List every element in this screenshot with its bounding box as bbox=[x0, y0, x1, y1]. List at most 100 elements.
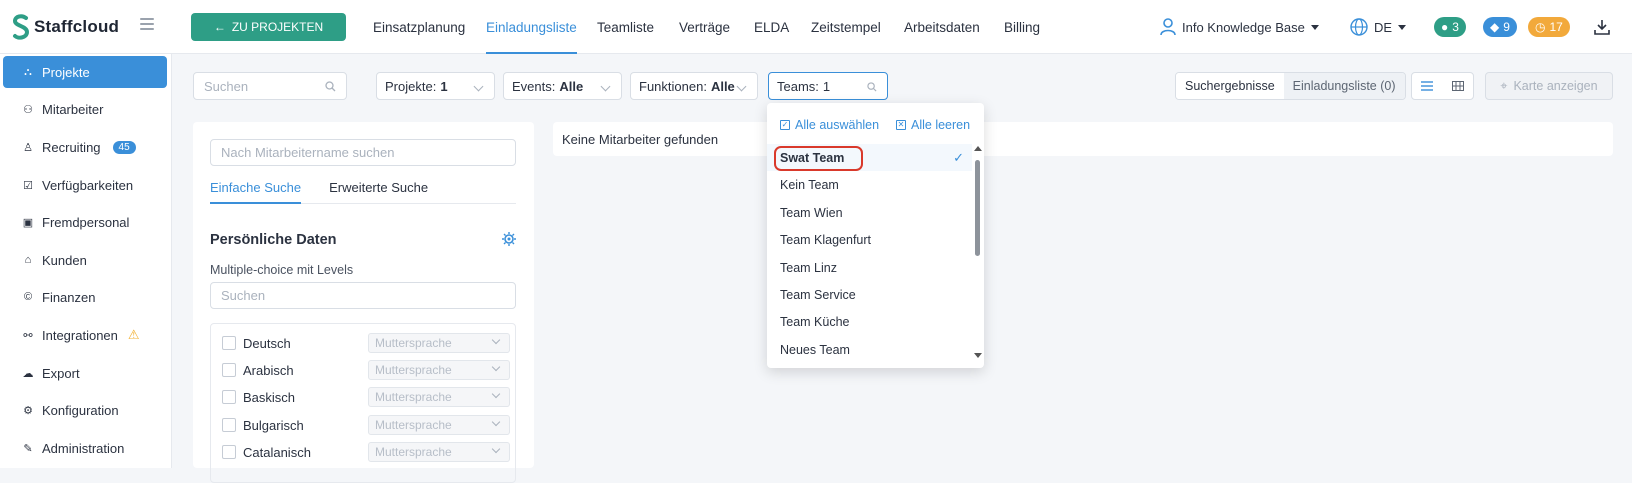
list-item: Baskisch Muttersprache bbox=[222, 387, 510, 407]
clear-all-button[interactable]: ✕ Alle leeren bbox=[896, 117, 970, 133]
gear-icon[interactable] bbox=[502, 232, 516, 246]
multiple-choice-search[interactable]: Suchen bbox=[210, 282, 516, 309]
list-view-icon[interactable] bbox=[1412, 73, 1443, 99]
x-square-icon: ✕ bbox=[896, 120, 906, 130]
logo[interactable]: Staffcloud bbox=[12, 14, 119, 40]
sidebar-item-recruiting[interactable]: ♙ Recruiting 45 bbox=[3, 131, 167, 163]
download-icon[interactable] bbox=[1594, 19, 1610, 35]
menu-toggle-icon[interactable] bbox=[140, 18, 154, 32]
tab-einladungsliste[interactable]: Einladungsliste (0) bbox=[1283, 73, 1405, 99]
language-menu[interactable]: DE bbox=[1350, 16, 1407, 38]
chat-icon: ● bbox=[1441, 20, 1449, 34]
bell-icon: ◆ bbox=[1490, 20, 1500, 34]
checkbox[interactable] bbox=[222, 336, 236, 350]
check-square-icon: ✓ bbox=[780, 120, 790, 130]
sidebar-item-integrationen[interactable]: ⚯ Integrationen ⚠ bbox=[3, 319, 167, 351]
search-input[interactable]: Suchen bbox=[193, 72, 347, 100]
tab-suchergebnisse[interactable]: Suchergebnisse bbox=[1176, 73, 1284, 99]
filter-events[interactable]: Events: Alle bbox=[503, 72, 622, 100]
nav-elda[interactable]: ELDA bbox=[754, 0, 789, 54]
filter-projekte[interactable]: Projekte: 1 bbox=[376, 72, 495, 100]
back-to-projects-button[interactable]: ← ZU PROJEKTEN bbox=[191, 13, 346, 41]
sidebar-item-projekte[interactable]: ⛬ Projekte bbox=[3, 56, 167, 88]
level-select[interactable]: Muttersprache bbox=[368, 387, 510, 407]
checkbox[interactable] bbox=[222, 390, 236, 404]
results-panel: Keine Mitarbeiter gefunden bbox=[553, 122, 1613, 156]
team-option-neues-team[interactable]: Neues Team bbox=[767, 336, 972, 363]
filter-funktionen[interactable]: Funktionen: Alle bbox=[630, 72, 758, 100]
chat-counter[interactable]: ● 3 bbox=[1434, 17, 1466, 37]
top-bar: Staffcloud ← ZU PROJEKTEN Einsatzplanung… bbox=[0, 0, 1632, 54]
clock-counter[interactable]: ◷ 17 bbox=[1528, 17, 1570, 37]
chevron-down-icon bbox=[491, 444, 501, 454]
warning-icon: ⚠ bbox=[127, 327, 140, 342]
show-map-button[interactable]: ⌖ Karte anzeigen bbox=[1485, 72, 1613, 100]
team-option-team-wien[interactable]: Team Wien bbox=[767, 199, 972, 226]
checkbox[interactable] bbox=[222, 363, 236, 377]
grid-view-icon[interactable] bbox=[1443, 73, 1474, 99]
result-view-tabs: Suchergebnisse Einladungsliste (0) bbox=[1175, 72, 1406, 100]
user-name: Info Knowledge Base bbox=[1182, 19, 1305, 35]
scroll-down-icon[interactable] bbox=[974, 353, 982, 358]
user-menu[interactable]: Info Knowledge Base bbox=[1160, 16, 1319, 38]
bank-icon: ⌂ bbox=[24, 254, 32, 266]
level-select[interactable]: Muttersprache bbox=[368, 415, 510, 435]
staffcloud-logo-icon bbox=[12, 14, 30, 40]
sidebar-item-verfuegbarkeiten[interactable]: ☑ Verfügbarkeiten bbox=[3, 169, 167, 201]
filter-teams[interactable]: Teams: 1 bbox=[768, 72, 888, 100]
nav-billing[interactable]: Billing bbox=[1004, 0, 1040, 54]
language-code: DE bbox=[1374, 19, 1393, 35]
scroll-up-icon[interactable] bbox=[974, 146, 982, 151]
chevron-down-icon bbox=[600, 81, 611, 92]
nav-zeitstempel[interactable]: Zeitstempel bbox=[811, 0, 881, 54]
team-option-team-service[interactable]: Team Service bbox=[767, 281, 972, 308]
chevron-down-icon bbox=[491, 389, 501, 399]
caret-down-icon bbox=[1398, 24, 1407, 30]
empty-message: Keine Mitarbeiter gefunden bbox=[562, 131, 719, 147]
list-item: Arabisch Muttersprache bbox=[222, 360, 510, 380]
nav-teamliste[interactable]: Teamliste bbox=[597, 0, 654, 54]
user-icon: ♙ bbox=[23, 141, 33, 154]
users-icon: ⚇ bbox=[23, 103, 33, 116]
team-option-swat-team[interactable]: Swat Team ✓ bbox=[767, 144, 972, 171]
teams-option-list: Swat Team ✓ Kein Team Team Wien Team Kla… bbox=[767, 144, 972, 364]
sidebar-item-kunden[interactable]: ⌂ Kunden bbox=[3, 244, 167, 276]
selection-highlight bbox=[774, 146, 863, 171]
level-select[interactable]: Muttersprache bbox=[368, 442, 510, 462]
sidebar-item-export[interactable]: ☁ Export bbox=[3, 357, 167, 389]
team-option-team-kueche[interactable]: Team Küche bbox=[767, 308, 972, 335]
scroll-thumb[interactable] bbox=[975, 160, 980, 256]
level-select[interactable]: Muttersprache bbox=[368, 360, 510, 380]
chevron-down-icon bbox=[491, 417, 501, 427]
tab-erweiterte-suche[interactable]: Erweiterte Suche bbox=[329, 174, 428, 203]
checkbox[interactable] bbox=[222, 445, 236, 459]
scrollbar[interactable] bbox=[972, 144, 982, 360]
sidebar-item-mitarbeiter[interactable]: ⚇ Mitarbeiter bbox=[3, 93, 167, 125]
caret-down-icon bbox=[1310, 24, 1319, 30]
nav-einladungsliste[interactable]: Einladungsliste bbox=[486, 0, 577, 54]
globe-icon bbox=[1350, 18, 1368, 36]
team-option-team-klagenfurt[interactable]: Team Klagenfurt bbox=[767, 226, 972, 253]
notification-counter[interactable]: ◆ 9 bbox=[1483, 17, 1517, 37]
nav-vertraege[interactable]: Verträge bbox=[679, 0, 730, 54]
search-icon bbox=[325, 81, 336, 92]
sidebar-item-fremdpersonal[interactable]: ▣ Fremdpersonal bbox=[3, 206, 167, 238]
checkbox[interactable] bbox=[222, 418, 236, 432]
logo-text: Staffcloud bbox=[34, 17, 120, 36]
nav-einsatzplanung[interactable]: Einsatzplanung bbox=[373, 0, 465, 54]
team-option-kein-team[interactable]: Kein Team bbox=[767, 171, 972, 198]
tab-einfache-suche[interactable]: Einfache Suche bbox=[210, 174, 302, 204]
level-select[interactable]: Muttersprache bbox=[368, 333, 510, 353]
wrench-icon: ✎ bbox=[23, 442, 33, 455]
map-pin-icon: ⌖ bbox=[1500, 78, 1508, 93]
employee-name-search[interactable]: Nach Mitarbeitername suchen bbox=[210, 139, 516, 166]
sidebar-item-administration[interactable]: ✎ Administration bbox=[3, 432, 167, 464]
select-all-button[interactable]: ✓ Alle auswählen bbox=[780, 117, 879, 133]
team-option-team-linz[interactable]: Team Linz bbox=[767, 254, 972, 281]
link-icon: ⚯ bbox=[23, 329, 33, 342]
sidebar-item-konfiguration[interactable]: ⚙ Konfiguration bbox=[3, 394, 167, 426]
sidebar-item-finanzen[interactable]: © Finanzen bbox=[3, 281, 167, 313]
arrow-left-icon: ← bbox=[213, 20, 226, 34]
chevron-down-icon bbox=[491, 335, 501, 345]
nav-arbeitsdaten[interactable]: Arbeitsdaten bbox=[904, 0, 980, 54]
